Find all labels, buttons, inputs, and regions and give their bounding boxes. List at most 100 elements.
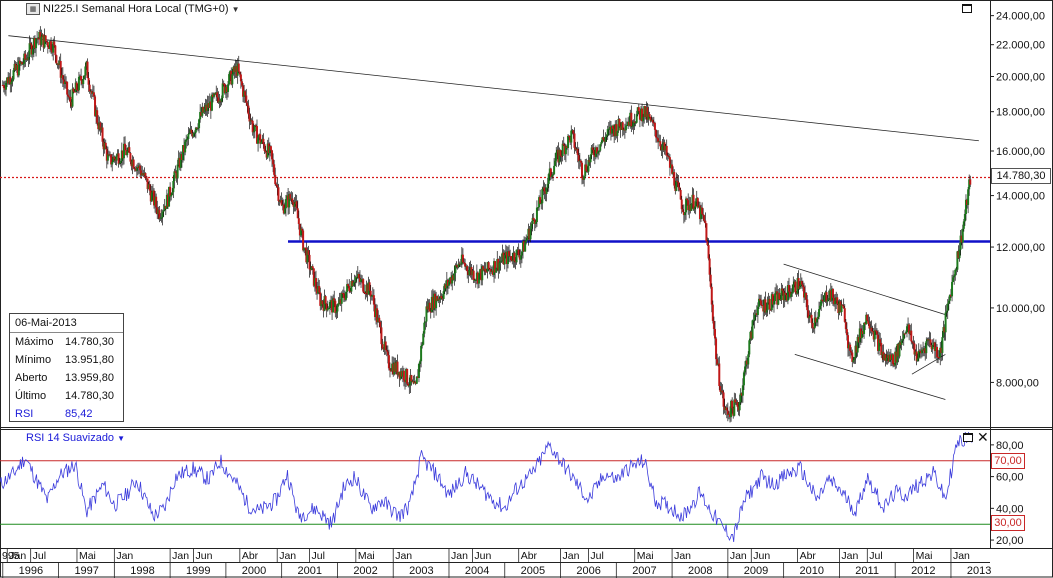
price-candle-body: [537, 207, 540, 209]
price-candle-body: [197, 128, 199, 130]
price-candle-body: [118, 163, 121, 165]
price-axis-label: 14.000,00: [996, 191, 1045, 203]
price-candle-body: [402, 370, 405, 381]
price-candle-body: [190, 129, 193, 134]
maximize-price-panel-button[interactable]: [962, 4, 972, 13]
price-candle-body: [580, 162, 583, 178]
price-candle-body: [314, 278, 317, 289]
price-candle-body: [247, 105, 250, 115]
price-candle-body: [607, 128, 610, 130]
year-label: 2011: [855, 565, 879, 577]
price-candle-body: [220, 98, 223, 102]
price-candle-body: [203, 108, 206, 113]
price-candle-body: [931, 345, 934, 350]
month-label: Jul: [33, 550, 46, 562]
price-panel-title[interactable]: NI225.I Semanal Hora Local (TMG+0): [43, 3, 229, 15]
price-candle-body: [368, 282, 371, 291]
rsi-panel-header: RSI 14 Suavizado ▼: [26, 432, 125, 444]
price-candle-body: [863, 322, 866, 334]
chart-canvas[interactable]: 8.000,00 10.000,00 12.000,00 14.000,00 16.00…: [0, 0, 1053, 578]
price-candle-body: [844, 321, 847, 330]
price-candle-body: [342, 293, 345, 298]
price-candle-body: [295, 201, 298, 209]
price-candle-body: [428, 302, 431, 312]
chart-symbol-icon[interactable]: ▦: [26, 3, 40, 15]
chevron-down-icon[interactable]: ▼: [117, 434, 125, 443]
rsi-lower-level-badge: 30,00: [991, 515, 1025, 531]
price-candle-body: [967, 189, 970, 205]
price-candle-body: [810, 314, 813, 323]
price-candle-body: [661, 145, 664, 151]
year-label: 2008: [688, 565, 712, 577]
price-candle-body: [827, 298, 830, 300]
price-candle-body: [602, 137, 605, 140]
price-candle-body: [798, 286, 801, 290]
price-candle-body: [600, 142, 603, 145]
price-axis-label: 24.000,00: [996, 11, 1045, 23]
maximize-rsi-panel-button[interactable]: [963, 433, 973, 442]
price-candle-body: [685, 198, 688, 213]
price-candle-body: [145, 176, 148, 179]
price-candle-body: [853, 357, 856, 361]
price-axis-label: 8.000,00: [996, 377, 1039, 389]
price-candle-body: [379, 321, 382, 328]
price-candle-body: [364, 293, 367, 295]
price-candle-body: [702, 214, 705, 216]
rsi-panel-title[interactable]: RSI 14 Suavizado: [26, 432, 114, 444]
price-candle-body: [963, 213, 966, 222]
price-candle-body: [947, 300, 950, 304]
price-candle-body: [245, 95, 248, 103]
price-candle-body: [11, 79, 14, 82]
price-candle-body: [520, 251, 523, 256]
price-candle-body: [553, 165, 556, 175]
price-candle-body: [237, 63, 240, 72]
price-candle-body: [579, 160, 582, 163]
price-candle-body: [336, 305, 339, 312]
price-candle-body: [264, 150, 267, 153]
price-candle-body: [86, 61, 89, 78]
price-candle-body: [781, 288, 784, 291]
price-candle-body: [867, 320, 870, 324]
price-candle-body: [747, 354, 750, 365]
price-candle-body: [104, 142, 107, 149]
price-candle-body: [815, 318, 818, 323]
price-candle-body: [35, 38, 38, 49]
price-candle-body: [82, 79, 85, 85]
price-candle-body: [124, 143, 127, 151]
year-label: 2002: [353, 565, 377, 577]
price-candle-body: [419, 361, 422, 364]
price-candle-body: [624, 125, 627, 131]
price-candle-body: [778, 292, 781, 300]
price-candle-body: [274, 174, 277, 185]
price-candle-body: [31, 49, 34, 55]
price-candle-body: [606, 129, 609, 136]
price-candle-body: [28, 43, 31, 57]
price-candle-body: [866, 314, 869, 321]
price-candle-body: [519, 255, 522, 260]
year-label: 2012: [911, 565, 935, 577]
price-candle-body: [725, 407, 728, 411]
price-candle-body: [529, 228, 532, 240]
price-candle-body: [144, 173, 147, 177]
price-candle-body: [328, 301, 331, 308]
price-candle-body: [129, 152, 132, 162]
close-rsi-panel-icon[interactable]: ✕: [977, 430, 989, 444]
price-candle-body: [5, 82, 8, 90]
month-label: Jan: [9, 550, 26, 562]
price-candle-body: [759, 298, 762, 301]
month-label: Jun: [474, 550, 491, 562]
month-label: Mai: [79, 550, 96, 562]
price-candle-body: [272, 159, 275, 165]
price-candle-body: [69, 96, 72, 103]
price-candle-body: [772, 301, 775, 305]
chevron-down-icon[interactable]: ▼: [232, 5, 240, 14]
price-candle-body: [239, 74, 242, 82]
price-candle-body: [648, 114, 651, 117]
price-candle-body: [616, 130, 619, 136]
price-candle-body: [55, 55, 58, 64]
price-candle-body: [637, 107, 640, 112]
month-label: Jan: [279, 550, 296, 562]
price-candle-body: [673, 172, 676, 186]
price-candle-body: [712, 320, 715, 329]
price-axis-label: 22.000,00: [996, 40, 1045, 52]
